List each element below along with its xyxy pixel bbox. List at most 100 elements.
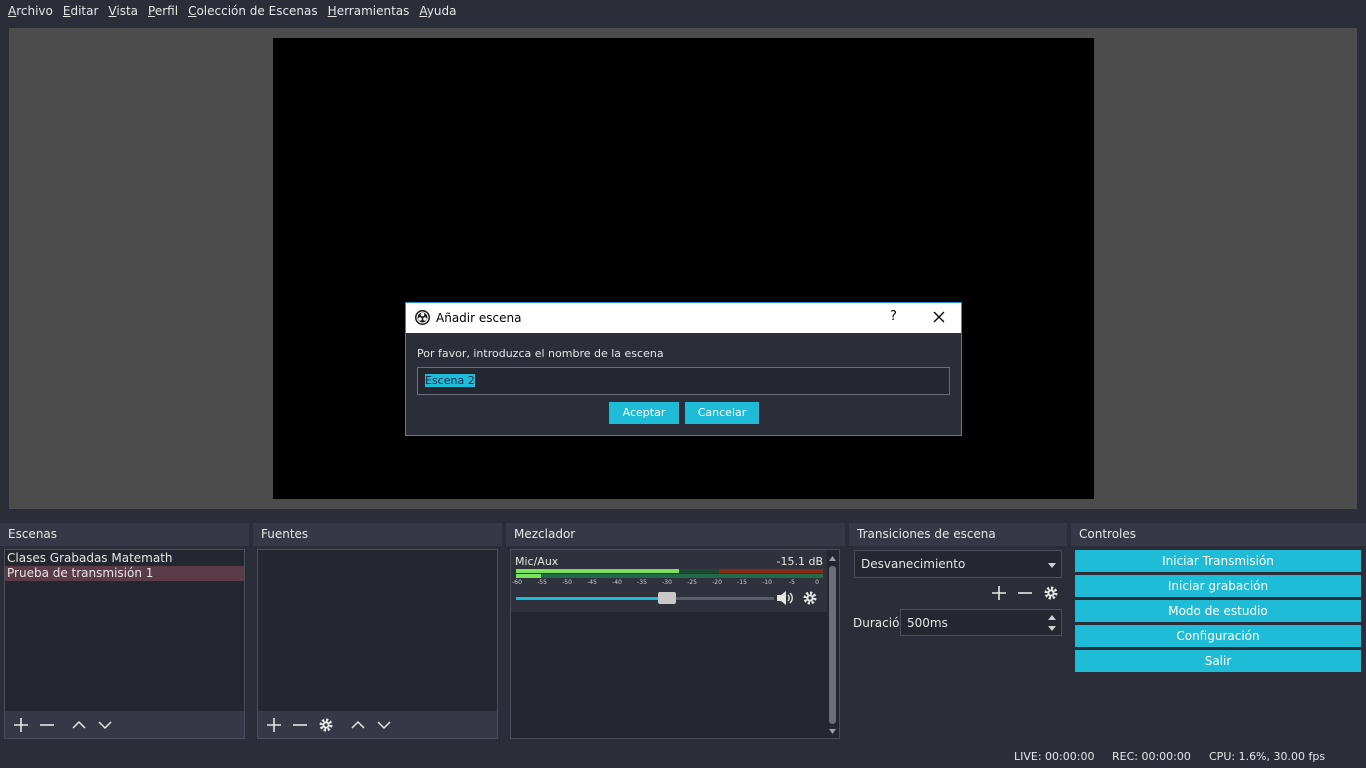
meter-tick-label: -35 (637, 579, 647, 586)
scene-name-input[interactable]: Escena 2 (417, 367, 950, 395)
transition-properties-button[interactable] (1041, 583, 1061, 603)
sources-dock-title: Fuentes (253, 523, 502, 546)
controls-dock-title: Controles (1071, 523, 1366, 546)
gear-icon (1044, 586, 1058, 600)
gear-icon (803, 591, 817, 605)
accept-button[interactable]: Aceptar (609, 402, 679, 424)
dialog-prompt: Por favor, introduzca el nombre de la es… (417, 347, 664, 360)
dropdown-arrow-icon (1048, 563, 1056, 568)
status-rec: REC: 00:00:00 (1112, 750, 1191, 763)
volume-meter-right-level (516, 574, 541, 578)
remove-source-button[interactable] (290, 715, 310, 735)
start-streaming-button[interactable]: Iniciar Transmisión (1075, 550, 1361, 572)
volume-meter-right (516, 574, 823, 578)
meter-tick-label: -55 (537, 579, 547, 586)
volume-meter-left-level (516, 569, 679, 573)
scenes-list[interactable]: Clases Grabadas Matemath Prueba de trans… (4, 549, 245, 739)
meter-tick-label: -25 (687, 579, 697, 586)
move-scene-up-button[interactable] (69, 715, 89, 735)
meter-tick-label: -15 (737, 579, 747, 586)
settings-button[interactable]: Configuración (1075, 625, 1361, 647)
scene-item-selected[interactable]: Prueba de transmisión 1 (5, 566, 244, 581)
chevron-down-icon (377, 720, 391, 729)
chevron-down-icon (98, 720, 112, 729)
menu-bar: Archivo Editar Vista Perfil Colección de… (0, 0, 1366, 22)
remove-scene-button[interactable] (37, 715, 57, 735)
menu-perfil[interactable]: Perfil (143, 1, 183, 21)
scroll-down-icon (829, 729, 836, 734)
menu-ayuda[interactable]: Ayuda (414, 1, 461, 21)
volume-fader[interactable] (516, 592, 774, 604)
help-button[interactable]: ? (890, 309, 897, 324)
remove-transition-button[interactable] (1015, 583, 1035, 603)
minus-icon (1018, 592, 1032, 594)
plus-icon (14, 717, 28, 732)
spin-up-icon (1048, 615, 1056, 620)
close-icon (933, 311, 945, 323)
dialog-title: Añadir escena (436, 311, 522, 325)
gear-icon (319, 718, 333, 731)
scene-item[interactable]: Clases Grabadas Matemath (5, 551, 244, 566)
mixer-panel: Mic/Aux -15.1 dB -60 -55 -50 -45 -40 -35 -30 -2… (510, 549, 840, 739)
menu-archivo[interactable]: Archivo (3, 1, 58, 21)
exit-button[interactable]: Salir (1075, 650, 1361, 672)
meter-tick-label: 0 (815, 579, 819, 586)
mixer-channel-db: -15.1 dB (776, 555, 824, 568)
scroll-up-icon (829, 556, 836, 561)
studio-mode-button[interactable]: Modo de estudio (1075, 600, 1361, 622)
duration-spinbox[interactable]: 500ms (900, 609, 1062, 636)
menu-herramientas[interactable]: Herramientas (323, 1, 415, 21)
mixer-settings-button[interactable] (800, 588, 820, 608)
menu-editar[interactable]: Editar (58, 1, 104, 21)
duration-label: Duración (853, 616, 908, 630)
meter-tick-label: -5 (789, 579, 795, 586)
scene-name-value: Escena 2 (425, 374, 475, 387)
minus-icon (40, 723, 54, 726)
mute-button[interactable] (775, 588, 795, 608)
speaker-icon (777, 591, 793, 605)
meter-tick-label: -50 (562, 579, 572, 586)
sources-list[interactable] (257, 549, 498, 739)
move-source-down-button[interactable] (374, 715, 394, 735)
meter-tick-label: -30 (662, 579, 672, 586)
plus-icon (992, 586, 1006, 600)
scenes-toolbar (5, 711, 244, 738)
status-cpu: CPU: 1.6%, 30.00 fps (1209, 750, 1326, 763)
menu-vista[interactable]: Vista (103, 1, 143, 21)
cancel-button[interactable]: Cancelar (685, 402, 759, 424)
minus-icon (293, 723, 307, 726)
scenes-dock-title: Escenas (0, 523, 249, 546)
chevron-up-icon (72, 720, 86, 729)
close-button[interactable] (932, 310, 946, 324)
meter-tick-label: -40 (612, 579, 622, 586)
move-source-up-button[interactable] (348, 715, 368, 735)
add-scene-button[interactable] (11, 715, 31, 735)
volume-meter-left (516, 569, 823, 573)
volume-fader-knob[interactable] (657, 592, 676, 604)
mixer-dock-title: Mezclador (506, 523, 845, 546)
meter-tick-label: -60 (512, 579, 522, 586)
mixer-channel-strip: Mic/Aux -15.1 dB -60 -55 -50 -45 -40 -35 -30 -2… (511, 550, 827, 612)
spin-down-icon (1048, 626, 1056, 631)
chevron-up-icon (351, 720, 365, 729)
dialog-titlebar[interactable]: Añadir escena ? (406, 303, 961, 333)
add-scene-dialog: Añadir escena ? Por favor, introduzca el… (405, 302, 962, 436)
mixer-scrollbar[interactable] (828, 554, 837, 736)
add-transition-button[interactable] (989, 583, 1009, 603)
menu-coleccion-escenas[interactable]: Colección de Escenas (183, 1, 323, 21)
meter-tick-label: -10 (762, 579, 772, 586)
transition-select[interactable]: Desvanecimiento (854, 550, 1062, 578)
transitions-dock-title: Transiciones de escena (849, 523, 1067, 546)
move-scene-down-button[interactable] (95, 715, 115, 735)
plus-icon (267, 717, 281, 732)
mixer-scroll-thumb[interactable] (829, 566, 836, 724)
source-properties-button[interactable] (316, 715, 336, 735)
add-source-button[interactable] (264, 715, 284, 735)
sources-toolbar (258, 711, 497, 738)
status-live: LIVE: 00:00:00 (1014, 750, 1095, 763)
start-recording-button[interactable]: Iniciar grabación (1075, 575, 1361, 597)
obs-logo-icon (415, 310, 430, 325)
meter-tick-label: -45 (587, 579, 597, 586)
meter-tick-label: -20 (712, 579, 722, 586)
mixer-channel-name: Mic/Aux (515, 555, 559, 568)
